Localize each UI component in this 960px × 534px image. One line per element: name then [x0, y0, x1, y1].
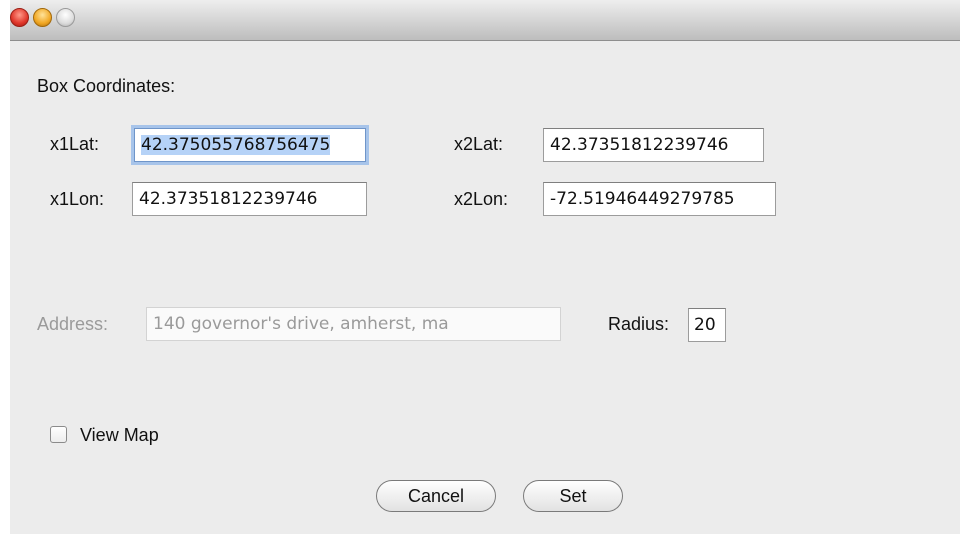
x2lat-label: x2Lat:: [454, 134, 504, 154]
x1lat-label: x1Lat:: [50, 134, 100, 154]
x1lat-value: 42.375055768756475: [141, 135, 331, 155]
radius-label: Radius:: [608, 314, 670, 334]
x2lat-field[interactable]: 42.37351812239746: [543, 128, 764, 162]
close-window-button[interactable]: [10, 8, 29, 27]
address-label: Address:: [37, 314, 109, 334]
x2lon-field[interactable]: -72.51946449279785: [543, 182, 776, 216]
title-bar: [10, 0, 960, 41]
box-coordinates-heading: Box Coordinates:: [37, 76, 176, 96]
x2lon-label: x2Lon:: [454, 189, 509, 209]
cancel-button[interactable]: Cancel: [376, 480, 496, 512]
view-map-label[interactable]: View Map: [80, 424, 159, 446]
radius-field[interactable]: 20: [688, 308, 726, 342]
minimize-window-button[interactable]: [33, 8, 52, 27]
view-map-checkbox[interactable]: [50, 426, 67, 443]
x1lon-label: x1Lon:: [50, 189, 105, 209]
x1lat-field[interactable]: 42.375055768756475: [134, 128, 366, 162]
set-button[interactable]: Set: [523, 480, 623, 512]
dialog-window: Box Coordinates: x1Lat: 42.3750557687564…: [10, 0, 960, 534]
address-field[interactable]: 140 governor's drive, amherst, ma: [146, 307, 561, 341]
zoom-window-button[interactable]: [56, 8, 75, 27]
x1lon-field[interactable]: 42.37351812239746: [132, 182, 367, 216]
